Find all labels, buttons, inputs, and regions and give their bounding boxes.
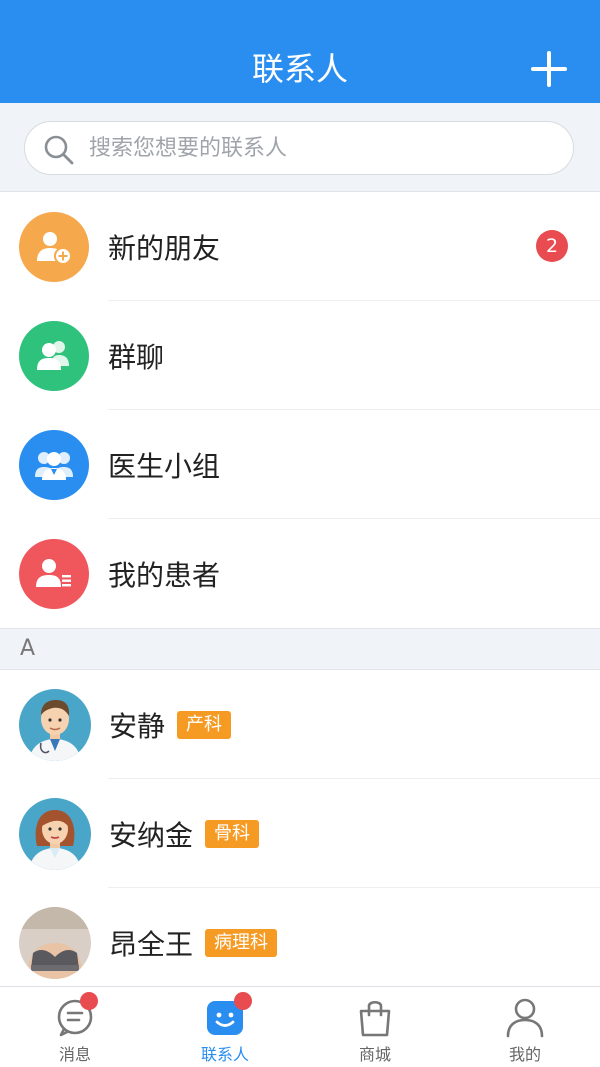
search-box[interactable] [24,121,574,175]
contact-row[interactable]: 昂全王 病理科 [0,888,600,997]
search-input[interactable] [89,131,553,165]
shopping-bag-icon [359,1000,391,1037]
search-icon [44,135,74,165]
contact-list: 安静 产科 安纳金 骨科 昂全王 病理科 [0,670,600,997]
plus-icon[interactable] [526,46,572,92]
contact-row[interactable]: 安纳金 骨科 [0,779,600,888]
avatar [19,906,91,979]
tab-label: 我的 [508,1045,541,1064]
unread-dot [234,992,252,1010]
function-menu: 新的朋友 2 群聊 医生小组 我的患者 [0,192,600,628]
nav-bar: 联系人 [0,0,600,103]
doctor-team-icon [19,429,89,500]
contact-name: 安静 [109,709,166,743]
tab-messages[interactable]: 消息 [0,987,150,1067]
tab-contacts[interactable]: 联系人 [150,987,300,1067]
avatar [19,797,91,870]
tab-label: 联系人 [200,1045,249,1064]
tab-mall[interactable]: 商城 [300,987,450,1067]
department-tag: 病理科 [205,928,278,957]
tab-profile[interactable]: 我的 [450,987,600,1067]
group-icon [19,320,89,391]
department-tag: 产科 [177,710,232,739]
menu-item-my-patients[interactable]: 我的患者 [0,519,600,628]
menu-label: 医生小组 [108,449,221,483]
page-title: 联系人 [251,50,348,88]
patient-card-icon [19,538,89,609]
new-friends-badge: 2 [536,230,568,262]
menu-label: 我的患者 [108,558,221,592]
unread-dot [80,992,98,1010]
department-tag: 骨科 [205,819,260,848]
avatar [19,688,91,761]
tab-label: 消息 [58,1045,91,1064]
contact-name: 昂全王 [109,927,194,961]
section-header-a: A [0,628,600,670]
menu-item-group-chat[interactable]: 群聊 [0,301,600,410]
tab-label: 商城 [358,1045,391,1064]
contact-row[interactable]: 安静 产科 [0,670,600,779]
tab-bar: 消息 联系人 商城 我的 [0,986,600,1067]
menu-label: 新的朋友 [108,231,221,265]
add-user-icon [19,211,89,282]
menu-label: 群聊 [108,340,165,374]
contact-name: 安纳金 [109,818,194,852]
search-bar [0,103,600,192]
menu-item-doctor-team[interactable]: 医生小组 [0,410,600,519]
profile-icon [506,998,544,1038]
menu-item-new-friends[interactable]: 新的朋友 2 [0,192,600,301]
